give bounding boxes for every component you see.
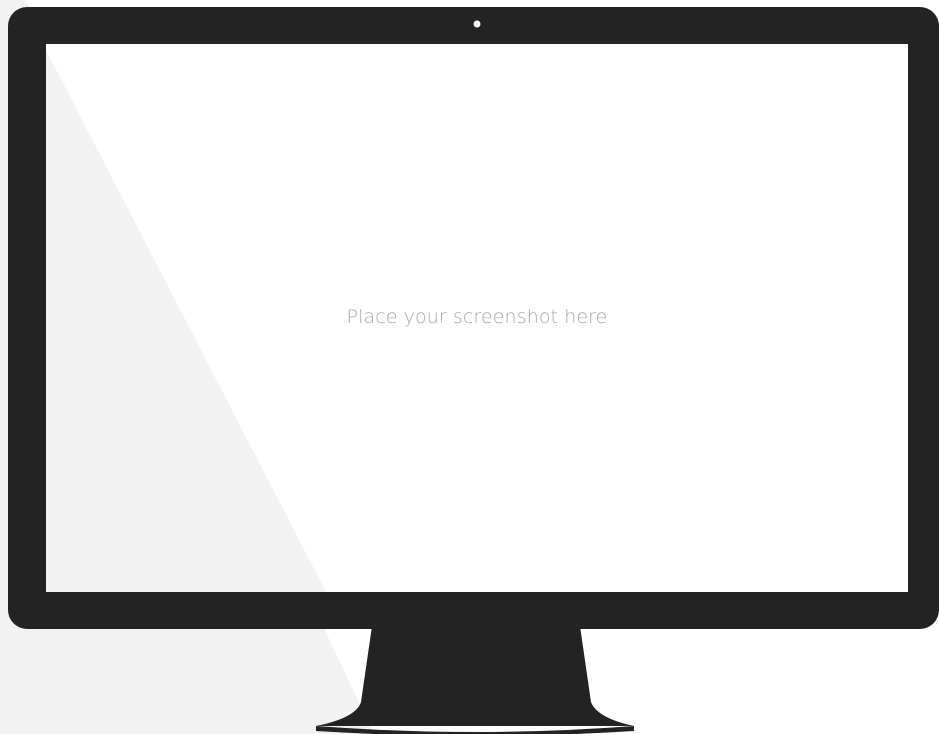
camera-icon bbox=[473, 20, 481, 28]
monitor-mockup: Place your screenshot here bbox=[0, 0, 939, 734]
screen-placeholder: Place your screenshot here bbox=[46, 44, 908, 592]
placeholder-text: Place your screenshot here bbox=[346, 306, 608, 328]
stand-neck bbox=[316, 626, 634, 726]
